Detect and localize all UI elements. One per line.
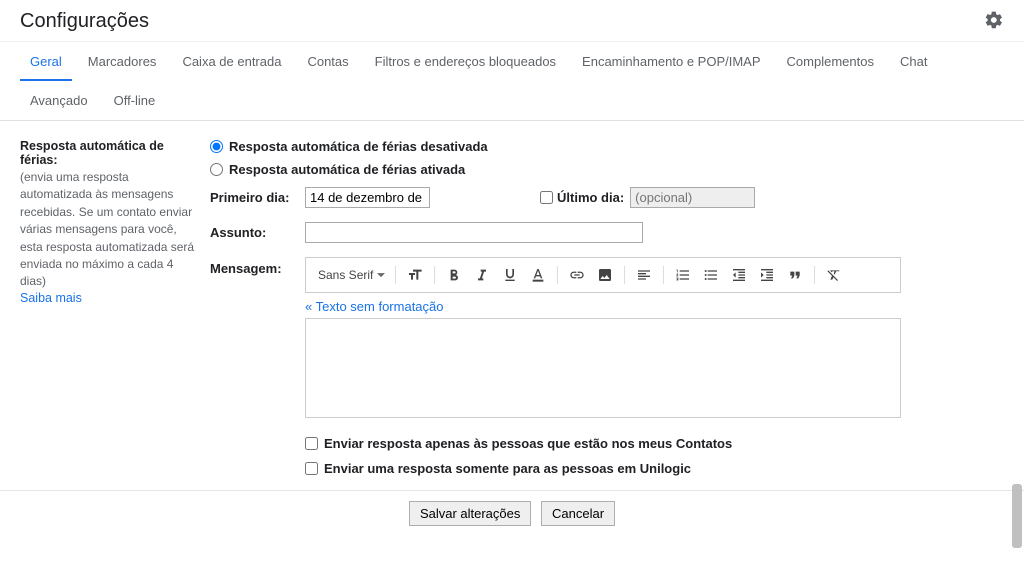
radio-vacation-off[interactable] (210, 140, 223, 153)
cancel-button[interactable]: Cancelar (541, 501, 615, 526)
subject-input[interactable] (305, 222, 643, 243)
italic-icon[interactable] (469, 264, 495, 286)
message-body-input[interactable] (305, 318, 901, 418)
contacts-only-label: Enviar resposta apenas às pessoas que es… (324, 436, 732, 451)
toolbar-separator (624, 266, 625, 284)
radio-vacation-on-label: Resposta automática de férias ativada (229, 162, 465, 177)
subject-label: Assunto: (210, 225, 305, 240)
align-icon[interactable] (631, 264, 657, 286)
image-icon[interactable] (592, 264, 618, 286)
toolbar-separator (434, 266, 435, 284)
domain-only-checkbox[interactable] (305, 462, 318, 475)
bold-icon[interactable] (441, 264, 467, 286)
tab-caixa-de-entrada[interactable]: Caixa de entrada (172, 42, 291, 81)
tab-contas[interactable]: Contas (297, 42, 358, 81)
bullet-list-icon[interactable] (698, 264, 724, 286)
radio-vacation-on[interactable] (210, 163, 223, 176)
last-day-input (630, 187, 755, 208)
last-day-checkbox[interactable] (540, 191, 553, 204)
section-title: Resposta automática de férias: (20, 139, 164, 167)
toolbar-separator (557, 266, 558, 284)
indent-less-icon[interactable] (726, 264, 752, 286)
first-day-label: Primeiro dia: (210, 190, 305, 205)
contacts-only-checkbox[interactable] (305, 437, 318, 450)
tab-complementos[interactable]: Complementos (777, 42, 884, 81)
radio-vacation-off-label: Resposta automática de férias desativada (229, 139, 488, 154)
toolbar-separator (814, 266, 815, 284)
font-selector[interactable]: Sans Serif (314, 266, 389, 284)
save-button[interactable]: Salvar alterações (409, 501, 531, 526)
clear-format-icon[interactable] (821, 264, 847, 286)
tab-geral[interactable]: Geral (20, 42, 72, 81)
link-icon[interactable] (564, 264, 590, 286)
section-description: (envia uma resposta automatizada às mens… (20, 169, 196, 291)
indent-more-icon[interactable] (754, 264, 780, 286)
tab-encaminhamento-e-pop-imap[interactable]: Encaminhamento e POP/IMAP (572, 42, 770, 81)
tab-chat[interactable]: Chat (890, 42, 937, 81)
toolbar-separator (663, 266, 664, 284)
message-label: Mensagem: (210, 257, 305, 418)
font-selector-label: Sans Serif (318, 268, 373, 282)
text-color-icon[interactable] (525, 264, 551, 286)
editor-toolbar: Sans Serif (305, 257, 901, 293)
quote-icon[interactable] (782, 264, 808, 286)
plain-text-link[interactable]: « Texto sem formatação (305, 299, 444, 314)
last-day-label: Último dia: (557, 190, 624, 205)
numbered-list-icon[interactable] (670, 264, 696, 286)
underline-icon[interactable] (497, 264, 523, 286)
first-day-input[interactable] (305, 187, 430, 208)
gear-icon[interactable] (984, 10, 1004, 33)
tab-off-line[interactable]: Off-line (104, 81, 166, 120)
tab-filtros-e-endere-os-bloqueados[interactable]: Filtros e endereços bloqueados (365, 42, 566, 81)
font-size-icon[interactable] (402, 264, 428, 286)
learn-more-link[interactable]: Saiba mais (20, 291, 82, 305)
page-title: Configurações (20, 10, 149, 33)
tab-marcadores[interactable]: Marcadores (78, 42, 167, 81)
toolbar-separator (395, 266, 396, 284)
tab-avan-ado[interactable]: Avançado (20, 81, 98, 120)
scrollbar-thumb[interactable] (1012, 484, 1022, 548)
chevron-down-icon (377, 273, 385, 278)
domain-only-label: Enviar uma resposta somente para as pess… (324, 461, 691, 476)
